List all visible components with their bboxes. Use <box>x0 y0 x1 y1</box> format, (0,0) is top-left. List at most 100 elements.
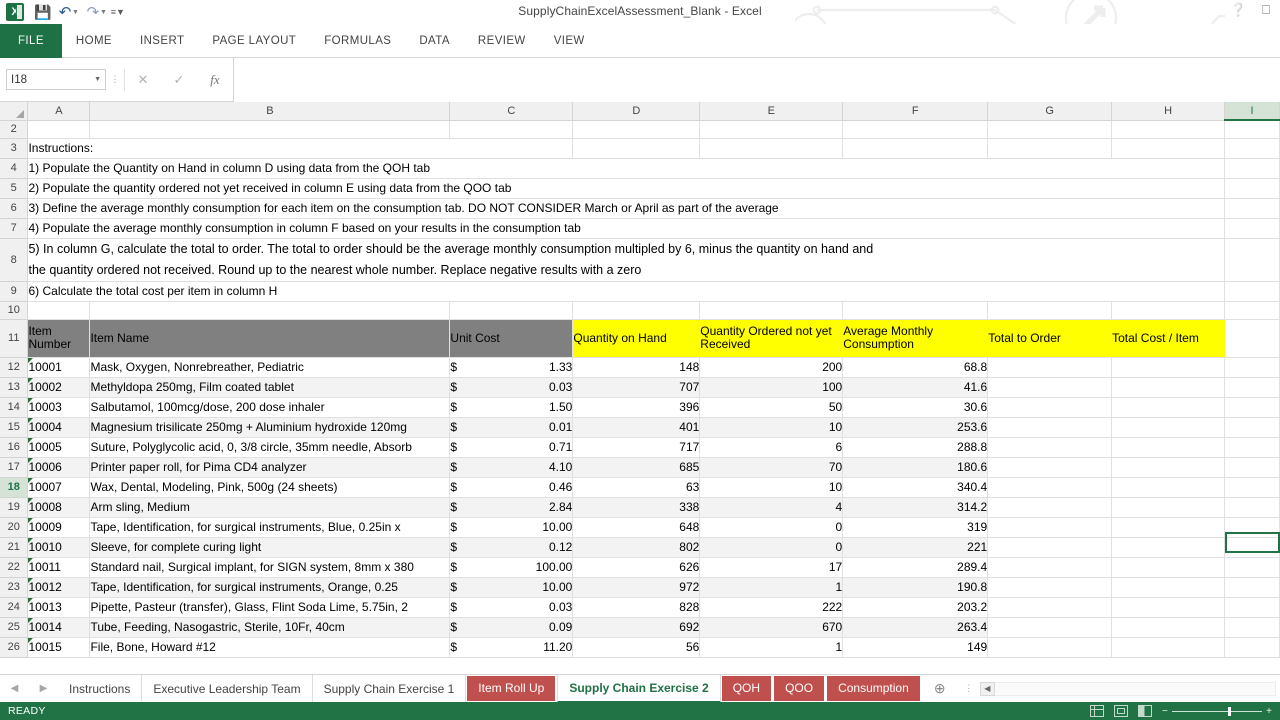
previous-sheet-icon[interactable]: ◀ <box>11 683 19 694</box>
cell-amc[interactable]: 314.2 <box>842 497 989 518</box>
sheet-nav-buttons[interactable]: ◀ ▶ <box>0 683 58 694</box>
cell-total-cost[interactable] <box>1111 517 1225 538</box>
spreadsheet-grid[interactable]: A B C D E F G H I 2 3 Instructions: 4 1)… <box>0 102 1280 674</box>
table-row[interactable]: 13 10002 Methyldopa 250mg, Film coated t… <box>0 377 1280 398</box>
cell-a8-instruction-5[interactable]: 5) In column G, calculate the total to o… <box>27 238 1112 282</box>
select-all-corner[interactable] <box>0 102 29 121</box>
cell-item-number[interactable]: 10010 <box>27 537 91 558</box>
table-row[interactable]: 4 1) Populate the Quantity on Hand in co… <box>0 158 1280 179</box>
enter-check-icon[interactable]: ✓ <box>161 72 197 88</box>
column-header-e[interactable]: E <box>699 102 844 121</box>
row-header-20[interactable]: 20 <box>0 517 29 538</box>
cell-total-cost[interactable] <box>1111 457 1225 478</box>
cell-item-number[interactable]: 10008 <box>27 497 91 518</box>
cell-item-name[interactable]: Mask, Oxygen, Nonrebreather, Pediatric <box>89 357 451 378</box>
cell-i4[interactable] <box>1224 158 1280 179</box>
table-row[interactable]: 17 10006 Printer paper roll, for Pima CD… <box>0 457 1280 478</box>
cell-total-cost[interactable] <box>1111 637 1225 658</box>
cell-g10[interactable] <box>987 301 1113 320</box>
cell-total-cost[interactable] <box>1111 397 1225 418</box>
cell-qoh[interactable]: 648 <box>572 517 701 538</box>
cell-i19[interactable] <box>1224 497 1280 518</box>
zoom-slider-track[interactable] <box>1171 706 1263 716</box>
cell-item-number[interactable]: 10014 <box>27 617 91 638</box>
row-header-21[interactable]: 21 <box>0 537 29 558</box>
cell-qoo[interactable]: 10 <box>699 477 844 498</box>
cell-h4[interactable] <box>1111 158 1225 179</box>
status-bar-controls[interactable]: − + <box>1090 705 1280 717</box>
cell-unit-cost[interactable]: $0.71 <box>449 437 574 458</box>
table-row[interactable]: 12 10001 Mask, Oxygen, Nonrebreather, Pe… <box>0 357 1280 378</box>
cell-total-cost[interactable] <box>1111 617 1225 638</box>
cell-h6[interactable] <box>1111 198 1225 219</box>
cell-h3[interactable] <box>1111 138 1225 159</box>
cell-total-to-order[interactable] <box>987 517 1113 538</box>
sheet-tab-overflow-icon[interactable]: ⋮ <box>958 683 980 694</box>
chevron-down-icon[interactable]: ▼ <box>94 76 101 83</box>
cell-qoh[interactable]: 717 <box>572 437 701 458</box>
cell-item-name[interactable]: Standard nail, Surgical implant, for SIG… <box>89 557 451 578</box>
cell-total-cost[interactable] <box>1111 537 1225 558</box>
row-header-5[interactable]: 5 <box>0 178 29 199</box>
cell-qoh[interactable]: 707 <box>572 377 701 398</box>
row-header-23[interactable]: 23 <box>0 577 29 598</box>
cell-a6-instruction-3[interactable]: 3) Define the average monthly consumptio… <box>27 198 1112 219</box>
table-header-row[interactable]: 11 Item Number Item Name Unit Cost Quant… <box>0 319 1280 358</box>
cell-total-to-order[interactable] <box>987 617 1113 638</box>
cell-unit-cost[interactable]: $0.03 <box>449 597 574 618</box>
cell-i16[interactable] <box>1224 437 1280 458</box>
cell-e10[interactable] <box>699 301 844 320</box>
cell-unit-cost[interactable]: $1.50 <box>449 397 574 418</box>
cell-b2[interactable] <box>89 120 451 139</box>
cell-i25[interactable] <box>1224 617 1280 638</box>
cell-amc[interactable]: 289.4 <box>842 557 989 578</box>
cell-total-to-order[interactable] <box>987 557 1113 578</box>
cell-amc[interactable]: 221 <box>842 537 989 558</box>
row-header-18[interactable]: 18 <box>0 477 29 498</box>
cell-d3[interactable] <box>572 138 701 159</box>
row-header-24[interactable]: 24 <box>0 597 29 618</box>
table-row[interactable]: 3 Instructions: <box>0 138 1280 159</box>
table-row[interactable]: 16 10005 Suture, Polyglycolic acid, 0, 3… <box>0 437 1280 458</box>
table-row[interactable]: 20 10009 Tape, Identification, for surgi… <box>0 517 1280 538</box>
cell-h5[interactable] <box>1111 178 1225 199</box>
cell-unit-cost[interactable]: $4.10 <box>449 457 574 478</box>
cell-item-name[interactable]: File, Bone, Howard #12 <box>89 637 451 658</box>
zoom-slider[interactable]: − + <box>1162 706 1272 717</box>
cell-qoo[interactable]: 70 <box>699 457 844 478</box>
row-header-4[interactable]: 4 <box>0 158 29 179</box>
cell-total-to-order[interactable] <box>987 477 1113 498</box>
row-header-15[interactable]: 15 <box>0 417 29 438</box>
cell-unit-cost[interactable]: $1.33 <box>449 357 574 378</box>
cell-amc[interactable]: 340.4 <box>842 477 989 498</box>
cell-qoh[interactable]: 802 <box>572 537 701 558</box>
scrollbar-track[interactable] <box>994 681 1276 696</box>
cell-total-cost[interactable] <box>1111 557 1225 578</box>
cell-total-cost[interactable] <box>1111 417 1225 438</box>
column-header-f[interactable]: F <box>842 102 989 121</box>
column-header-h[interactable]: H <box>1111 102 1225 121</box>
cell-h9[interactable] <box>1111 281 1225 302</box>
cell-item-name[interactable]: Arm sling, Medium <box>89 497 451 518</box>
cancel-x-icon[interactable]: ✕ <box>125 72 161 88</box>
table-row[interactable]: 7 4) Populate the average monthly consum… <box>0 218 1280 239</box>
cell-i23[interactable] <box>1224 577 1280 598</box>
tab-home[interactable]: HOME <box>62 24 126 58</box>
cell-qoo[interactable]: 200 <box>699 357 844 378</box>
cell-qoo[interactable]: 6 <box>699 437 844 458</box>
cell-item-name[interactable]: Magnesium trisilicate 250mg + Aluminium … <box>89 417 451 438</box>
cell-a7-instruction-4[interactable]: 4) Populate the average monthly consumpt… <box>27 218 1112 239</box>
cell-g2[interactable] <box>987 120 1113 139</box>
cell-item-number[interactable]: 10007 <box>27 477 91 498</box>
table-row[interactable]: 23 10012 Tape, Identification, for surgi… <box>0 577 1280 598</box>
tab-view[interactable]: VIEW <box>540 24 599 58</box>
row-header-26[interactable]: 26 <box>0 637 29 658</box>
tab-file[interactable]: FILE <box>0 24 62 58</box>
insert-function-fx-icon[interactable]: fx <box>197 72 233 88</box>
cell-i7[interactable] <box>1224 218 1280 239</box>
cell-qoo[interactable]: 1 <box>699 637 844 658</box>
row-header-7[interactable]: 7 <box>0 218 29 239</box>
formula-bar-overflow-icon[interactable]: ⋮ <box>106 74 124 85</box>
cell-amc[interactable]: 41.6 <box>842 377 989 398</box>
cell-item-number[interactable]: 10001 <box>27 357 91 378</box>
